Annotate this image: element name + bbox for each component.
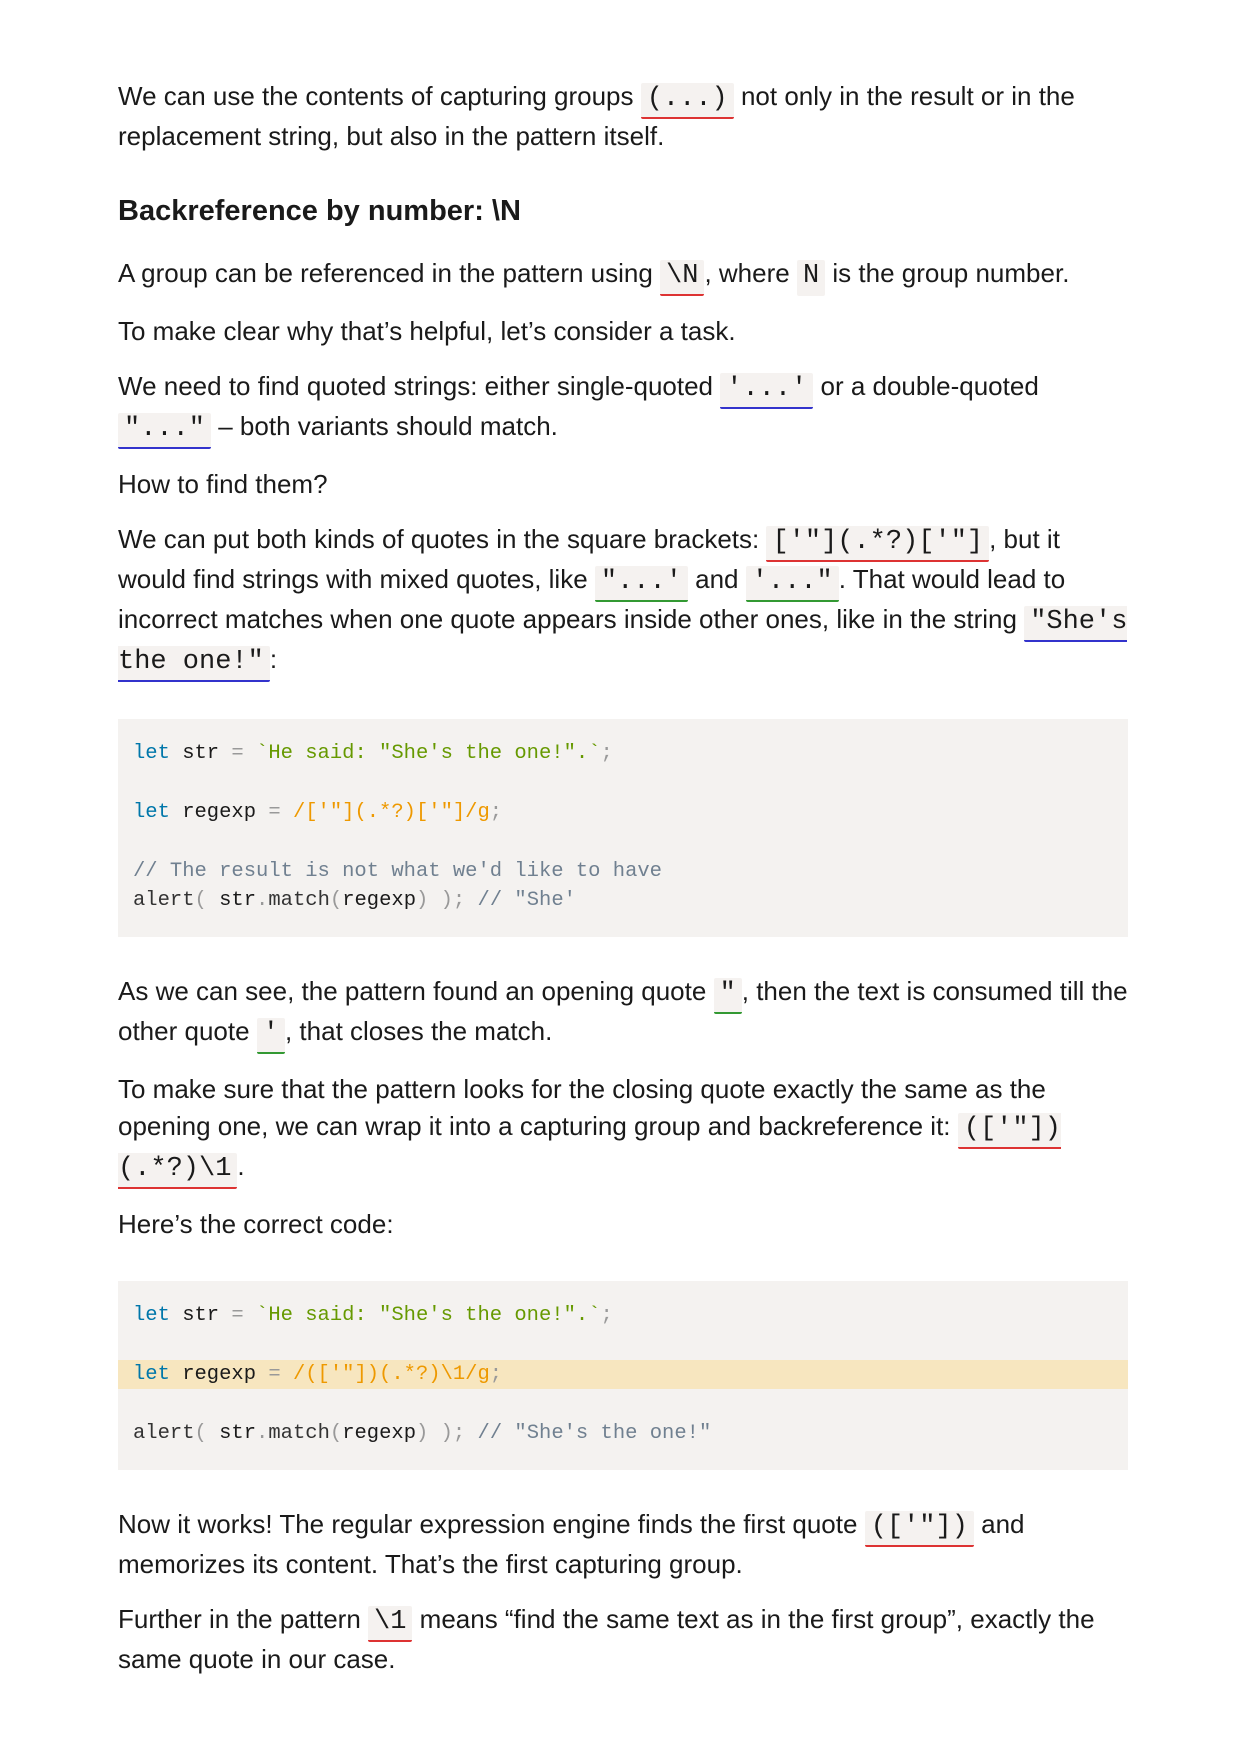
code-line: alert( str.match(regexp) ); // "She's th… — [133, 1422, 712, 1445]
paragraph-quoted-strings: We need to find quoted strings: either s… — [118, 368, 1128, 449]
paragraph-explanation: As we can see, the pattern found an open… — [118, 973, 1128, 1054]
paragraph-task: To make clear why that’s helpful, let’s … — [118, 316, 736, 346]
code-line: let str = `He said: "She's the one!".`; — [133, 1304, 613, 1327]
paragraph-solution: To make sure that the pattern looks for … — [118, 1071, 1128, 1189]
code-line: let str = `He said: "She's the one!".`; — [133, 742, 613, 765]
paragraph-intro: We can use the contents of capturing gro… — [118, 78, 1128, 155]
code-line-comment: // The result is not what we'd like to h… — [133, 860, 662, 883]
text: Further in the pattern — [118, 1604, 369, 1634]
inline-code: \N — [660, 260, 705, 296]
text: : — [269, 644, 278, 674]
inline-code: '...' — [720, 373, 814, 409]
text: Now it works! The regular expression eng… — [118, 1509, 865, 1539]
text: We can put both kinds of quotes in the s… — [118, 524, 767, 554]
inline-code: N — [796, 260, 826, 296]
inline-code: "...' — [594, 566, 688, 602]
paragraph-question: How to find them? — [118, 469, 328, 499]
code-line: let regexp = /['"](.*?)['"]/g; — [133, 801, 503, 824]
text: . — [237, 1151, 245, 1181]
code-block-wrong[interactable]: let str = `He said: "She's the one!".`; … — [118, 719, 1128, 937]
inline-code: (...) — [640, 83, 734, 119]
text: and — [687, 564, 746, 594]
inline-code: ['"](.*?)['"] — [766, 526, 990, 562]
inline-code: "..." — [118, 413, 212, 449]
text: A group can be referenced in the pattern… — [118, 258, 661, 288]
inline-code: \1 — [368, 1606, 413, 1642]
page: We can use the contents of capturing gro… — [0, 0, 1240, 1754]
code-block-correct[interactable]: let str = `He said: "She's the one!".`; … — [118, 1281, 1128, 1470]
section-heading: Backreference by number: \N — [118, 195, 521, 227]
inline-code: '..." — [745, 566, 839, 602]
article-body: We can use the contents of capturing gro… — [118, 78, 1128, 1696]
paragraph-works: Now it works! The regular expression eng… — [118, 1506, 1128, 1583]
paragraph-correct-code: Here’s the correct code: — [118, 1209, 394, 1239]
text: – both variants should match. — [211, 411, 558, 441]
text: or a double-quoted — [813, 371, 1039, 401]
code-line: alert( str.match(regexp) ); // "She' — [133, 889, 576, 912]
text: We can use the contents of capturing gro… — [118, 81, 641, 111]
text: , where — [704, 258, 797, 288]
paragraph-further: Further in the pattern \1 means “find th… — [118, 1601, 1128, 1678]
inline-code: (['"]) — [864, 1511, 974, 1547]
inline-code: " — [713, 978, 742, 1014]
paragraph-brackets: We can put both kinds of quotes in the s… — [118, 521, 1128, 682]
text: is the group number. — [825, 258, 1070, 288]
code-line-highlighted: let regexp = /(['"])(.*?)\1/g; — [118, 1360, 1128, 1389]
text: To make sure that the pattern looks for … — [118, 1074, 1046, 1141]
text: , that closes the match. — [284, 1016, 553, 1046]
paragraph-backreference: A group can be referenced in the pattern… — [118, 255, 1128, 296]
text: As we can see, the pattern found an open… — [118, 976, 714, 1006]
text: We need to find quoted strings: either s… — [118, 371, 721, 401]
inline-code: ' — [256, 1018, 285, 1054]
